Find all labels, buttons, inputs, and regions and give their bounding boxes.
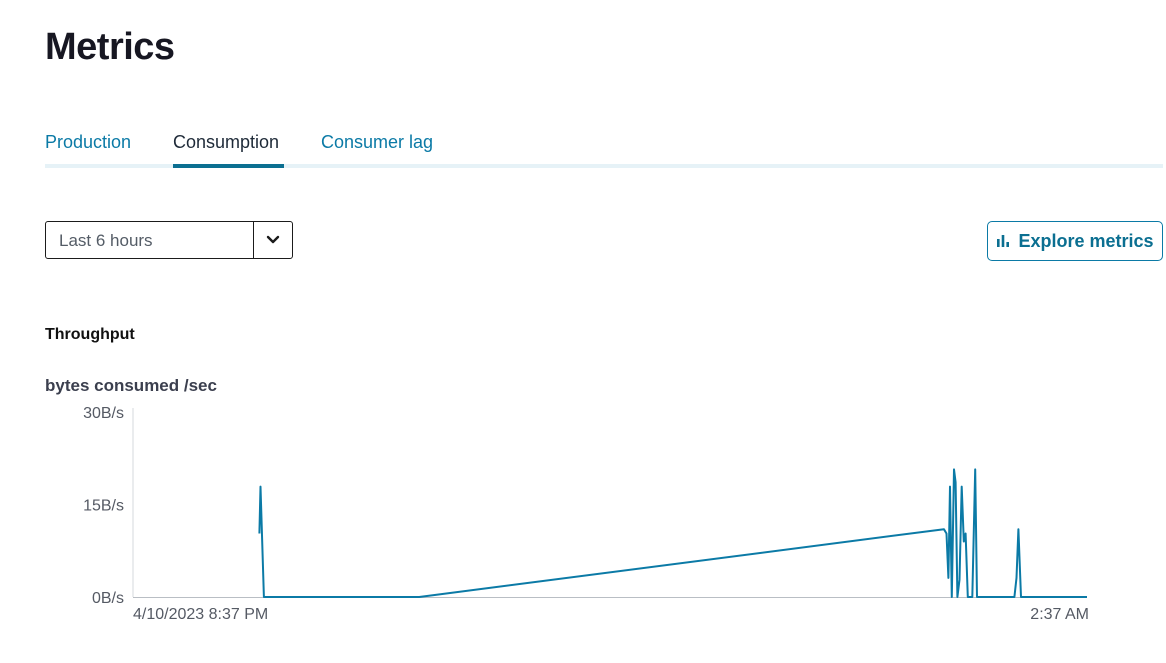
series-line xyxy=(258,468,1087,598)
y-tick-label: 0B/s xyxy=(92,590,124,607)
throughput-chart: 0B/s 15B/s 30B/s 4/10/2023 8:37 PM 2:37 AM xyxy=(83,405,1089,623)
x-tick-label: 4/10/2023 8:37 PM xyxy=(133,606,268,623)
x-tick-label: 2:37 AM xyxy=(1030,606,1089,623)
y-tick-label: 30B/s xyxy=(83,405,124,422)
y-tick-label: 15B/s xyxy=(83,498,124,515)
